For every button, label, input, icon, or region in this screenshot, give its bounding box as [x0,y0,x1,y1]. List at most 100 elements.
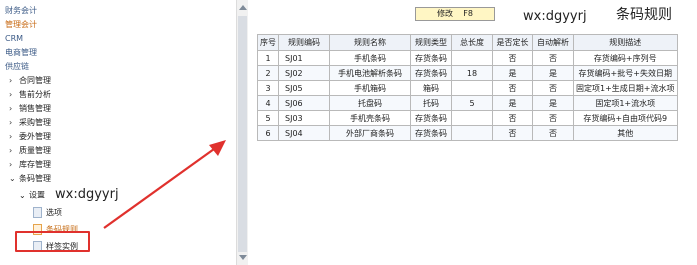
cell-length: 5 [451,95,493,111]
cell-autoparse: 是 [532,95,574,111]
cell-length [451,125,493,141]
col-header-type[interactable]: 规则类型 [410,34,452,51]
cell-index: 4 [257,95,279,111]
cell-index: 5 [257,110,279,126]
col-header-description[interactable]: 规则描述 [573,34,678,51]
cell-description: 存货编码+序列号 [573,50,678,66]
nav-group-presales[interactable]: › 售前分析 [5,88,119,102]
col-header-index[interactable]: 序号 [257,34,279,51]
nav-item-supply-chain[interactable]: 供应链 [5,60,119,74]
nav-group-label: 采购管理 [19,118,51,127]
nav-group-label: 委外管理 [19,132,51,141]
cell-fixed: 否 [492,125,533,141]
cell-description: 固定项1+流水项 [573,95,678,111]
col-header-length[interactable]: 总长度 [451,34,493,51]
cell-description: 存货编码+自由项代码9 [573,110,678,126]
col-header-autoparse[interactable]: 自动解析 [532,34,574,51]
cell-code: SJ03 [278,110,330,126]
nav-leaf-options[interactable]: 选项 [5,204,119,221]
sidebar: 财务会计 管理会计 CRM 电商管理 供应链 › 合同管理 › 售前分析 › 销售管理… [0,0,239,265]
cell-length [451,80,493,96]
page-title: 条码规则 [616,7,672,23]
cell-fixed: 是 [492,65,533,81]
chevron-right-icon: › [9,160,13,169]
cell-description: 存货编码+批号+失效日期 [573,65,678,81]
cell-code: SJ01 [278,50,330,66]
col-header-code[interactable]: 规则编码 [278,34,330,51]
cell-code: SJ05 [278,80,330,96]
chevron-right-icon: › [9,76,13,85]
document-icon [33,207,42,218]
nav-group-label: 质量管理 [19,146,51,155]
chevron-down-icon: ⌄ [19,190,26,200]
cell-type: 箱码 [410,80,452,96]
edit-button[interactable]: 修改 F8 [415,7,495,21]
nav-group-contract[interactable]: › 合同管理 [5,74,119,88]
cell-length: 18 [451,65,493,81]
nav-group-quality[interactable]: › 质量管理 [5,144,119,158]
chevron-right-icon: › [9,118,13,127]
cell-name: 手机电池解析条码 [329,65,411,81]
cell-name: 手机壳条码 [329,110,411,126]
scroll-up-icon[interactable] [239,5,247,10]
cell-index: 1 [257,50,279,66]
cell-index: 3 [257,80,279,96]
nav-group-sales[interactable]: › 销售管理 [5,102,119,116]
nav-group-label: 售前分析 [19,90,51,99]
nav-group-purchase[interactable]: › 采购管理 [5,116,119,130]
nav-leaf-label: 选项 [46,208,62,217]
nav-group-inventory[interactable]: › 库存管理 [5,158,119,172]
watermark-text: wx:dgyyrj [523,9,587,24]
col-header-fixed[interactable]: 是否定长 [492,34,533,51]
watermark-text: wx:dgyyrj [55,187,119,202]
edit-button-label: 修改 [437,9,454,18]
table-row[interactable]: 3 SJ05 手机箱码 箱码 否 否 固定项1+生成日期+流水项 [257,80,678,96]
cell-fixed: 否 [492,80,533,96]
annotation-highlight-box [15,231,90,252]
nav-group-outsourcing[interactable]: › 委外管理 [5,130,119,144]
nav-subgroup-label: 设置 [29,190,45,200]
nav-item-ecommerce[interactable]: 电商管理 [5,46,119,60]
cell-autoparse: 是 [532,65,574,81]
table-row[interactable]: 6 SJ04 外部厂商条码 存货条码 否 否 其他 [257,125,678,141]
cell-name: 手机条码 [329,50,411,66]
nav-tree: 财务会计 管理会计 CRM 电商管理 供应链 › 合同管理 › 售前分析 › 销售管理… [5,4,119,255]
cell-code: SJ02 [278,65,330,81]
cell-name: 手机箱码 [329,80,411,96]
chevron-right-icon: › [9,146,13,155]
table-row[interactable]: 1 SJ01 手机条码 存货条码 否 否 存货编码+序列号 [257,50,678,66]
nav-item-management-accounting[interactable]: 管理会计 [5,18,119,32]
cell-name: 外部厂商条码 [329,125,411,141]
cell-index: 6 [257,125,279,141]
nav-group-barcode[interactable]: ⌄ 条码管理 [5,172,119,186]
nav-group-label: 库存管理 [19,160,51,169]
nav-item-finance[interactable]: 财务会计 [5,4,119,18]
table-row[interactable]: 5 SJ03 手机壳条码 存货条码 否 否 存货编码+自由项代码9 [257,110,678,126]
cell-type: 存货条码 [410,110,452,126]
chevron-right-icon: › [9,132,13,141]
barcode-rules-table: 序号 规则编码 规则名称 规则类型 总长度 是否定长 自动解析 规则描述 1 S… [257,34,678,141]
nav-subgroup-settings[interactable]: ⌄ 设置 wx:dgyyrj [5,186,119,204]
cell-autoparse: 否 [532,125,574,141]
nav-group-label: 销售管理 [19,104,51,113]
main-panel: 修改 F8 wx:dgyyrj 条码规则 序号 规则编码 规则名称 规则类型 总… [249,0,697,265]
sidebar-scrollbar[interactable] [236,0,248,265]
nav-group-label: 条码管理 [19,174,51,183]
scroll-down-icon[interactable] [239,255,247,260]
table-header-row: 序号 规则编码 规则名称 规则类型 总长度 是否定长 自动解析 规则描述 [257,34,678,51]
cell-length [451,50,493,66]
nav-item-crm[interactable]: CRM [5,32,119,46]
table-row[interactable]: 4 SJ06 托盘码 托码 5 是 是 固定项1+流水项 [257,95,678,111]
cell-name: 托盘码 [329,95,411,111]
cell-fixed: 否 [492,110,533,126]
chevron-right-icon: › [9,90,13,99]
cell-type: 存货条码 [410,125,452,141]
cell-autoparse: 否 [532,50,574,66]
chevron-right-icon: › [9,104,13,113]
cell-type: 存货条码 [410,50,452,66]
col-header-name[interactable]: 规则名称 [329,34,411,51]
table-row[interactable]: 2 SJ02 手机电池解析条码 存货条码 18 是 是 存货编码+批号+失效日期 [257,65,678,81]
cell-type: 存货条码 [410,65,452,81]
toolbar: 修改 F8 wx:dgyyrj 条码规则 [249,0,697,28]
scrollbar-thumb[interactable] [238,16,247,252]
